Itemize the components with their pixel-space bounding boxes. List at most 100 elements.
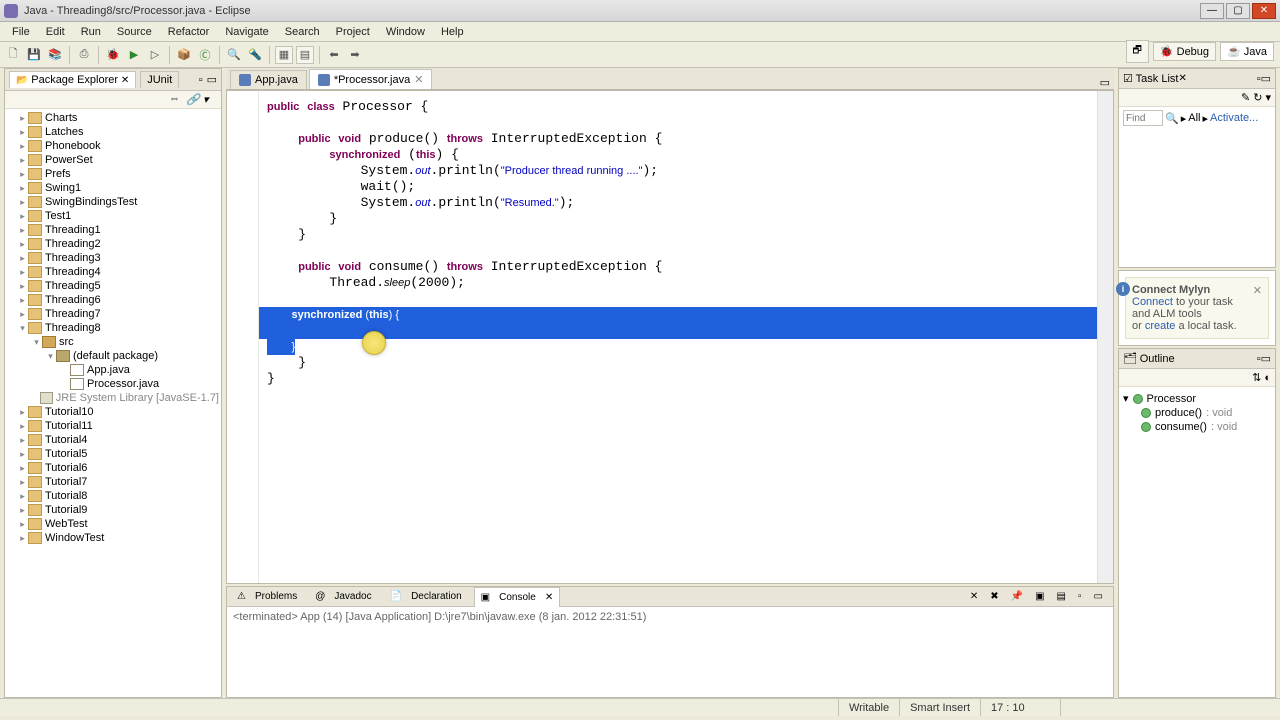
tree-item[interactable]: ▸Tutorial8 xyxy=(5,489,221,503)
tree-item[interactable]: ▸SwingBindingsTest xyxy=(5,195,221,209)
tree-item[interactable]: ▸Tutorial9 xyxy=(5,503,221,517)
toggle-mark-icon[interactable]: ▦ xyxy=(275,46,293,64)
tree-item[interactable]: App.java xyxy=(5,363,221,377)
console-max-icon[interactable]: ▭ xyxy=(1088,589,1109,604)
tree-item[interactable]: ▾Threading8 xyxy=(5,321,221,335)
tree-item[interactable]: ▸Threading5 xyxy=(5,279,221,293)
console-min-icon[interactable]: ▫ xyxy=(1072,589,1088,604)
display-console-icon[interactable]: ▣ xyxy=(1029,589,1050,604)
tree-item[interactable]: ▸PowerSet xyxy=(5,153,221,167)
code-editor[interactable]: public class Processor { public void pro… xyxy=(226,90,1114,584)
tree-item[interactable]: ▸Latches xyxy=(5,125,221,139)
task-find-input[interactable] xyxy=(1123,110,1163,126)
back-icon[interactable]: ⬅ xyxy=(325,46,343,64)
tree-item[interactable]: ▸Threading7 xyxy=(5,307,221,321)
tree-item[interactable]: ▸Tutorial10 xyxy=(5,405,221,419)
console-tab[interactable]: ▣ Console ✕ xyxy=(474,587,561,607)
tree-item[interactable]: ▸Tutorial6 xyxy=(5,461,221,475)
close-button[interactable]: ✕ xyxy=(1252,3,1276,19)
task-activate-link[interactable]: Activate... xyxy=(1210,112,1258,124)
print-icon[interactable]: ⎙ xyxy=(75,46,93,64)
javadoc-tab[interactable]: @ Javadoc xyxy=(309,587,383,606)
new-package-icon[interactable]: 📦 xyxy=(175,46,193,64)
tree-item[interactable]: ▸Threading6 xyxy=(5,293,221,307)
menu-help[interactable]: Help xyxy=(433,24,472,40)
tree-item[interactable]: ▸WindowTest xyxy=(5,531,221,545)
java-perspective[interactable]: ☕Java xyxy=(1220,42,1274,61)
project-tree[interactable]: ▸Charts▸Latches▸Phonebook▸PowerSet▸Prefs… xyxy=(5,109,221,697)
run-last-icon[interactable]: ▷ xyxy=(146,46,164,64)
minimize-button[interactable]: — xyxy=(1200,3,1224,19)
view-max-icon[interactable]: ▭ xyxy=(1261,72,1271,85)
task-new-icon[interactable]: ✎ xyxy=(1241,91,1250,104)
menu-search[interactable]: Search xyxy=(277,24,328,40)
menu-edit[interactable]: Edit xyxy=(38,24,73,40)
junit-tab[interactable]: JUnit xyxy=(140,71,179,88)
filter-icon[interactable]: ◐ xyxy=(1264,372,1271,384)
task-collapse-icon[interactable]: ▾ xyxy=(1265,91,1271,104)
code-area[interactable]: public class Processor { public void pro… xyxy=(267,91,1097,583)
debug-icon[interactable]: 🐞 xyxy=(104,46,122,64)
save-all-icon[interactable]: 📚 xyxy=(46,46,64,64)
editor-max-icon[interactable]: ▭ xyxy=(1100,76,1110,89)
package-explorer-tab[interactable]: 📂 Package Explorer ✕ xyxy=(9,71,136,88)
new-class-icon[interactable]: Ⓒ xyxy=(196,46,214,64)
editor-tab[interactable]: App.java xyxy=(230,70,307,89)
clear-console-icon[interactable]: ✕ xyxy=(964,589,984,604)
declaration-tab[interactable]: 📄 Declaration xyxy=(384,587,474,606)
tree-item[interactable]: ▸Threading4 xyxy=(5,265,221,279)
menu-navigate[interactable]: Navigate xyxy=(217,24,276,40)
tree-item[interactable]: ▸Tutorial4 xyxy=(5,433,221,447)
task-sync-icon[interactable]: ↻ xyxy=(1253,91,1262,104)
tree-item[interactable]: ▸Threading1 xyxy=(5,223,221,237)
link-editor-icon[interactable]: 🔗 xyxy=(186,93,200,107)
tree-item[interactable]: ▸Prefs xyxy=(5,167,221,181)
open-type-icon[interactable]: 🔍 xyxy=(225,46,243,64)
tree-item[interactable]: ▸Threading2 xyxy=(5,237,221,251)
open-console-icon[interactable]: ▤ xyxy=(1051,589,1072,604)
task-all-label[interactable]: All xyxy=(1188,112,1200,124)
view-menu-icon[interactable]: ▾ xyxy=(203,93,217,107)
tree-item[interactable]: ▾(default package) xyxy=(5,349,221,363)
search-icon[interactable]: 🔍 xyxy=(1165,112,1179,125)
tree-item[interactable]: ▸Tutorial7 xyxy=(5,475,221,489)
outline-max-icon[interactable]: ▭ xyxy=(1261,352,1271,365)
search-icon[interactable]: 🔦 xyxy=(246,46,264,64)
menu-run[interactable]: Run xyxy=(73,24,109,40)
tree-item[interactable]: ▸Tutorial11 xyxy=(5,419,221,433)
tree-item[interactable]: ▸Phonebook xyxy=(5,139,221,153)
tree-item[interactable]: JRE System Library [JavaSE-1.7] xyxy=(5,391,221,405)
tree-item[interactable]: ▸WebTest xyxy=(5,517,221,531)
menu-source[interactable]: Source xyxy=(109,24,160,40)
mylyn-close-icon[interactable]: ✕ xyxy=(1253,284,1262,297)
menu-refactor[interactable]: Refactor xyxy=(160,24,218,40)
editor-tab[interactable]: *Processor.java ✕ xyxy=(309,69,433,89)
open-perspective-button[interactable]: 🗗 xyxy=(1126,40,1149,63)
menu-window[interactable]: Window xyxy=(378,24,433,40)
tree-item[interactable]: ▾src xyxy=(5,335,221,349)
tree-item[interactable]: ▸Charts xyxy=(5,111,221,125)
collapse-all-icon[interactable]: ⇔ xyxy=(169,93,183,107)
remove-all-icon[interactable]: ✖ xyxy=(984,589,1004,604)
problems-tab[interactable]: ⚠ Problems xyxy=(231,587,309,606)
mylyn-create-link[interactable]: create xyxy=(1145,320,1176,332)
sort-icon[interactable]: ⇅ xyxy=(1252,371,1261,384)
maximize-button[interactable]: ▢ xyxy=(1226,3,1250,19)
tree-item[interactable]: ▸Test1 xyxy=(5,209,221,223)
tree-item[interactable]: Processor.java xyxy=(5,377,221,391)
save-icon[interactable]: 💾 xyxy=(25,46,43,64)
minimize-view-icon[interactable]: ▫ xyxy=(199,74,203,86)
tree-item[interactable]: ▸Threading3 xyxy=(5,251,221,265)
run-icon[interactable]: ▶ xyxy=(125,46,143,64)
tree-item[interactable]: ▸Tutorial5 xyxy=(5,447,221,461)
maximize-view-icon[interactable]: ▭ xyxy=(207,73,217,86)
menu-project[interactable]: Project xyxy=(328,24,378,40)
menu-file[interactable]: File xyxy=(4,24,38,40)
mylyn-connect-link[interactable]: Connect xyxy=(1132,296,1173,308)
toggle-breadcrumb-icon[interactable]: ▤ xyxy=(296,46,314,64)
vertical-scrollbar[interactable] xyxy=(1097,91,1113,583)
forward-icon[interactable]: ➡ xyxy=(346,46,364,64)
tree-item[interactable]: ▸Swing1 xyxy=(5,181,221,195)
new-icon[interactable]: 🗋 xyxy=(4,46,22,64)
outline-method-consume[interactable]: consume() : void xyxy=(1123,420,1271,434)
